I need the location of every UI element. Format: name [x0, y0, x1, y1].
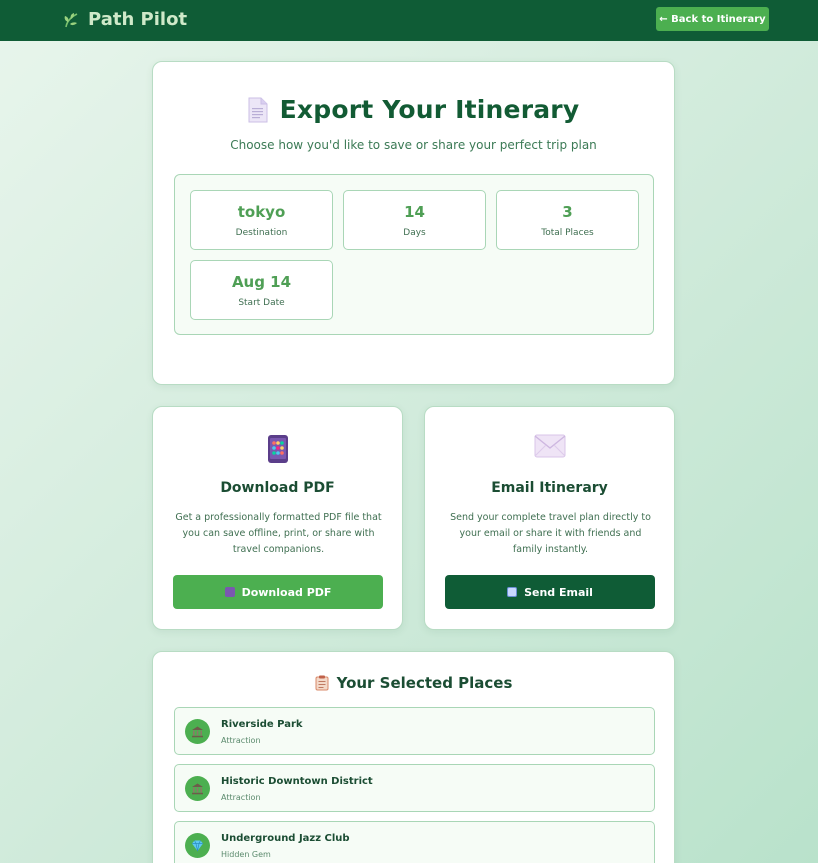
stat-value: Aug 14 [231, 273, 292, 291]
places-title-row: Your Selected Places [153, 674, 674, 692]
place-name: Riverside Park [221, 719, 303, 730]
place-item[interactable]: Historic Downtown District Attraction [174, 764, 655, 812]
stat-label: Days [403, 228, 426, 238]
stat-total-places: 3 Total Places [496, 190, 639, 250]
clipboard-icon [315, 675, 329, 691]
place-type: Hidden Gem [221, 850, 271, 859]
selected-places-card: Your Selected Places Riverside Park Attr… [152, 651, 675, 863]
brand-name: Path Pilot [88, 9, 188, 30]
stat-value: 3 [562, 203, 573, 221]
landmark-icon [185, 776, 210, 801]
gem-icon [185, 833, 210, 858]
stat-value: tokyo [237, 203, 286, 221]
top-navbar: Path Pilot ← Back to Itinerary [0, 0, 818, 41]
download-pdf-button[interactable]: Download PDF [173, 575, 383, 609]
places-title: Your Selected Places [336, 674, 513, 692]
title-row: Export Your Itinerary [153, 95, 674, 124]
landmark-icon [185, 719, 210, 744]
place-type: Attraction [221, 736, 261, 745]
stat-destination: tokyo Destination [190, 190, 333, 250]
email-card-title: Email Itinerary [491, 480, 608, 496]
stat-label: Total Places [541, 228, 594, 238]
stat-label: Start Date [238, 298, 285, 308]
place-item[interactable]: Riverside Park Attraction [174, 707, 655, 755]
email-card-description: Send your complete travel plan directly … [450, 512, 651, 555]
send-email-button[interactable]: Send Email [445, 575, 655, 609]
stat-days: 14 Days [343, 190, 486, 250]
export-header-card: Export Your Itinerary Choose how you'd l… [152, 61, 675, 385]
document-icon [248, 97, 268, 122]
stat-value: 14 [404, 203, 425, 221]
send-email-label: Send Email [524, 585, 593, 599]
phone-icon [224, 587, 235, 597]
place-name: Historic Downtown District [221, 776, 373, 787]
envelope-icon [534, 434, 565, 458]
brand[interactable]: Path Pilot [62, 9, 187, 30]
envelope-icon [507, 587, 518, 597]
place-type: Attraction [221, 793, 261, 802]
email-itinerary-card: Email Itinerary Send your complete trave… [424, 406, 675, 630]
page-subtitle: Choose how you'd like to save or share y… [230, 138, 597, 152]
stat-start-date: Aug 14 Start Date [190, 260, 333, 320]
pdf-card-title: Download PDF [220, 480, 335, 496]
download-pdf-label: Download PDF [241, 585, 332, 599]
leaf-icon [64, 12, 78, 27]
back-to-itinerary-button[interactable]: ← Back to Itinerary [656, 7, 769, 31]
download-pdf-card: Download PDF Get a professionally format… [152, 406, 403, 630]
phone-icon [267, 435, 288, 463]
stat-label: Destination [235, 228, 288, 238]
page-title: Export Your Itinerary [279, 95, 580, 124]
pdf-card-description: Get a professionally formatted PDF file … [175, 512, 382, 555]
trip-summary: tokyo Destination 14 Days 3 Total Places… [174, 174, 654, 335]
place-item[interactable]: Underground Jazz Club Hidden Gem [174, 821, 655, 863]
place-name: Underground Jazz Club [221, 833, 350, 844]
